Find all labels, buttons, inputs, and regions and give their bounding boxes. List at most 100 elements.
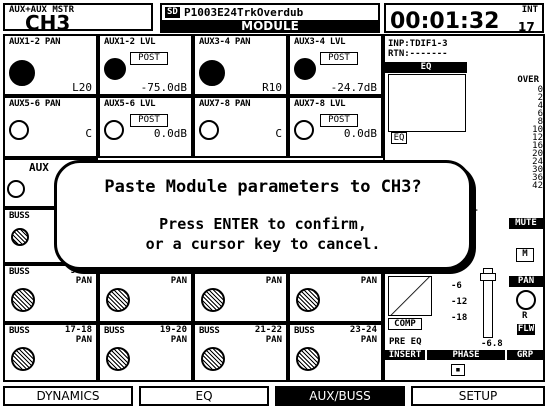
buss-21-22-name: 21-22 xyxy=(254,325,282,335)
aux34-pan-cell[interactable]: AUX3-4 PAN R10 xyxy=(193,34,288,96)
buss-13-14-cell[interactable]: BUSS 13-14 PAN xyxy=(193,264,288,323)
buss-first-label: BUSS xyxy=(9,211,30,221)
dyn-scale-6: -6 xyxy=(451,281,462,291)
aux34-post-button[interactable]: POST xyxy=(320,52,358,65)
aux56-pan-cell[interactable]: AUX5-6 PAN C xyxy=(3,96,98,158)
channel-pan-knob[interactable] xyxy=(516,290,536,310)
aux78-post-button[interactable]: POST xyxy=(320,114,358,127)
timecode-display: INT 00:01:32 17 xyxy=(384,3,544,34)
aux12-pan-knob[interactable] xyxy=(9,60,35,86)
pan-label: PAN xyxy=(509,276,543,287)
phase-icon: ▪ xyxy=(455,365,461,375)
buss-label: BUSS xyxy=(294,326,315,336)
aux34-lvl-label: AUX3-4 LVL xyxy=(294,37,346,47)
buss-label: BUSS xyxy=(199,326,220,336)
aux78-lvl-knob[interactable] xyxy=(294,120,314,140)
buss-label: BUSS xyxy=(9,326,30,336)
buss-15-16-cell[interactable]: BUSS 15-16 PAN xyxy=(288,264,383,323)
pan-direction: R xyxy=(522,311,528,321)
aux56-pan-value: C xyxy=(85,127,92,140)
aux78-lvl-cell[interactable]: AUX7-8 LVL POST 0.0dB xyxy=(288,96,383,158)
aux56-pan-knob[interactable] xyxy=(9,120,29,140)
buss-first-knob[interactable] xyxy=(11,228,29,246)
buss-17-18-cell[interactable]: BUSS 17-18 PAN xyxy=(3,323,98,382)
meter-tick: 42 xyxy=(532,181,543,191)
mute-button[interactable]: M xyxy=(516,248,534,262)
buss-23-24-pan: PAN xyxy=(360,335,377,345)
buss-19-20-name: 19-20 xyxy=(159,325,187,335)
buss-13-14-pan: PAN xyxy=(265,276,282,286)
buss-21-22-cell[interactable]: BUSS 21-22 PAN xyxy=(193,323,288,382)
buss-11-12-cell[interactable]: BUSS 11-12 PAN xyxy=(98,264,193,323)
buss-17-18-knob[interactable] xyxy=(11,347,35,371)
pre-eq-label: PRE EQ xyxy=(389,337,422,347)
fader-value: -6.8 xyxy=(481,339,503,349)
fader[interactable] xyxy=(480,268,496,338)
insert-label: INSERT xyxy=(385,350,425,360)
aux12-lvl-label: AUX1-2 LVL xyxy=(104,37,156,47)
aux78-pan-knob[interactable] xyxy=(199,120,219,140)
phase-label: PHASE xyxy=(427,350,505,360)
aux34-lvl-cell[interactable]: AUX3-4 LVL POST -24.7dB xyxy=(288,34,383,96)
aux12-lvl-cell[interactable]: AUX1-2 LVL POST -75.0dB xyxy=(98,34,193,96)
fader-cap[interactable] xyxy=(480,273,496,281)
group-label: GRP xyxy=(507,350,543,360)
channel-name: CH3 xyxy=(25,11,71,35)
aux56-lvl-value: 0.0dB xyxy=(153,127,187,140)
buss-9-10-knob[interactable] xyxy=(11,288,35,312)
comp-button[interactable]: COMP xyxy=(388,318,422,330)
aux56-pan-label: AUX5-6 PAN xyxy=(9,99,61,109)
buss-23-24-cell[interactable]: BUSS 23-24 PAN xyxy=(288,323,383,382)
aux12-post-button[interactable]: POST xyxy=(130,52,168,65)
tab-eq[interactable]: EQ xyxy=(139,386,269,406)
timecode: 00:01:32 xyxy=(390,9,500,34)
aux78-lvl-label: AUX7-8 LVL xyxy=(294,99,346,109)
aux34-pan-value: R10 xyxy=(262,81,282,94)
buss-15-16-pan: PAN xyxy=(360,276,377,286)
comp-graph[interactable] xyxy=(388,276,432,316)
phase-button[interactable]: ▪ xyxy=(451,364,465,376)
scene-tag: SD xyxy=(165,7,180,18)
screen-title: MODULE xyxy=(162,20,378,33)
eq-graph[interactable] xyxy=(388,74,466,132)
aux12-pan-cell[interactable]: AUX1-2 PAN L20 xyxy=(3,34,98,96)
buss-9-10-pan: PAN xyxy=(75,276,92,286)
aux12-pan-label: AUX1-2 PAN xyxy=(9,37,61,47)
follow-button[interactable]: FLW xyxy=(517,324,535,335)
return-source: RTN:------- xyxy=(388,49,448,59)
tab-aux-buss[interactable]: AUX/BUSS xyxy=(275,386,405,406)
buss-23-24-knob[interactable] xyxy=(296,347,320,371)
aux56-post-button[interactable]: POST xyxy=(130,114,168,127)
buss-19-20-cell[interactable]: BUSS 19-20 PAN xyxy=(98,323,193,382)
title-bar: SD P1003E24TrkOverdub MODULE xyxy=(160,3,380,33)
buss-19-20-knob[interactable] xyxy=(106,347,130,371)
paste-dialog[interactable]: Paste Module parameters to CH3? Press EN… xyxy=(54,160,472,270)
eq-header: EQ xyxy=(385,62,467,73)
aux-master-knob[interactable] xyxy=(7,180,25,198)
buss-11-12-pan: PAN xyxy=(170,276,187,286)
buss-9-10-cell[interactable]: BUSS 9-10 PAN xyxy=(3,264,98,323)
buss-21-22-knob[interactable] xyxy=(201,347,225,371)
aux12-lvl-knob[interactable] xyxy=(104,58,126,80)
tab-dynamics[interactable]: DYNAMICS xyxy=(3,386,133,406)
dialog-message: Paste Module parameters to CH3? xyxy=(104,177,422,197)
aux34-pan-knob[interactable] xyxy=(199,60,225,86)
buss-15-16-knob[interactable] xyxy=(296,288,320,312)
tab-setup[interactable]: SETUP xyxy=(411,386,545,406)
aux34-lvl-knob[interactable] xyxy=(294,58,316,80)
aux56-lvl-knob[interactable] xyxy=(104,120,124,140)
aux78-lvl-value: 0.0dB xyxy=(343,127,377,140)
aux56-lvl-label: AUX5-6 LVL xyxy=(104,99,156,109)
channel-header: AUX+AUX MSTR CH3 xyxy=(3,3,153,35)
buss-19-20-pan: PAN xyxy=(170,335,187,345)
aux56-lvl-cell[interactable]: AUX5-6 LVL POST 0.0dB xyxy=(98,96,193,158)
aux78-pan-label: AUX7-8 PAN xyxy=(199,99,251,109)
eq-button[interactable]: EQ xyxy=(391,132,407,144)
buss-13-14-knob[interactable] xyxy=(201,288,225,312)
buss-17-18-pan: PAN xyxy=(75,335,92,345)
input-source: INP:TDIF1-3 xyxy=(388,39,448,49)
aux12-pan-value: L20 xyxy=(72,81,92,94)
aux-master-label: AUX xyxy=(29,161,49,174)
buss-11-12-knob[interactable] xyxy=(106,288,130,312)
aux78-pan-cell[interactable]: AUX7-8 PAN C xyxy=(193,96,288,158)
